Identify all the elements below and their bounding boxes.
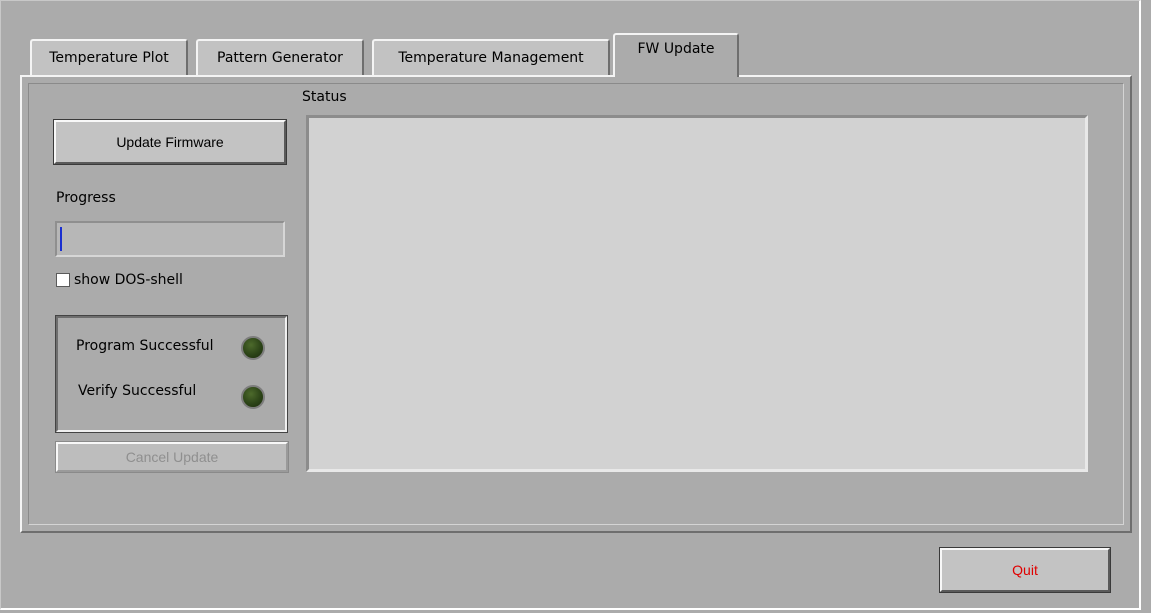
program-successful-label: Program Successful (76, 338, 214, 354)
tab-fw-update[interactable]: FW Update (613, 33, 739, 77)
status-indicators-group: Program Successful Verify Successful (55, 315, 288, 433)
tab-temperature-management[interactable]: Temperature Management (372, 39, 610, 75)
status-label: Status (302, 89, 347, 105)
program-successful-led (241, 336, 265, 360)
show-dos-shell-label[interactable]: show DOS-shell (74, 272, 183, 288)
progress-bar-fill (60, 227, 62, 251)
quit-button[interactable]: Quit (939, 547, 1111, 593)
fw-update-panel: Update Firmware Progress show DOS-shell … (20, 75, 1132, 533)
progress-bar (55, 221, 285, 257)
status-textbox[interactable] (306, 115, 1088, 472)
update-firmware-button[interactable]: Update Firmware (53, 119, 287, 165)
verify-successful-label: Verify Successful (78, 383, 197, 399)
tab-pattern-generator[interactable]: Pattern Generator (196, 39, 364, 75)
show-dos-shell-checkbox[interactable] (56, 273, 70, 287)
verify-successful-led (241, 385, 265, 409)
cancel-update-button[interactable]: Cancel Update (55, 441, 289, 473)
tab-temperature-plot[interactable]: Temperature Plot (30, 39, 188, 75)
progress-label: Progress (56, 190, 116, 206)
